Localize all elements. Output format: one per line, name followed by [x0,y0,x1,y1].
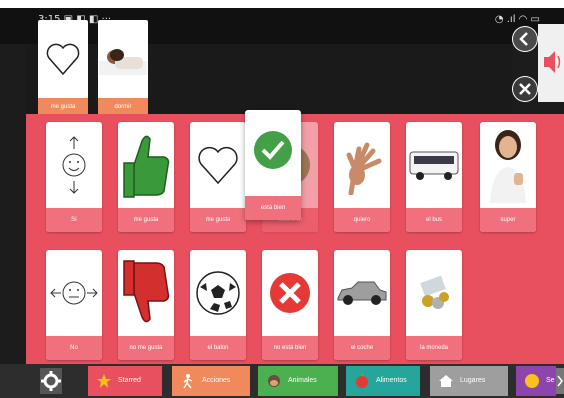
house-icon [439,375,453,387]
tab-acciones[interactable]: Acciones [172,366,250,396]
reaching-hand-icon [334,122,390,208]
card-label: la moneda [406,336,462,360]
thumbs-up-woman-icon [480,122,536,208]
smiley-shake-icon [46,250,102,336]
dragging-card[interactable]: está bien [245,110,301,220]
tab-alimentos[interactable]: Alimentos [346,366,420,396]
sentence-card[interactable]: me gusta [38,20,88,116]
card-label: el bus [406,208,462,232]
thumbs-down-icon [118,250,174,336]
card-label: no me gusta [118,336,174,360]
card-label: no está bien [262,336,318,360]
back-button[interactable] [512,26,538,52]
smiley-icon [525,374,539,388]
chevron-right-icon [557,375,563,387]
speak-button[interactable] [538,24,564,102]
card-label: me gusta [190,208,246,232]
symbol-card[interactable]: no está bien [262,250,318,360]
symbol-card[interactable]: el bus [406,122,462,232]
settings-button[interactable] [40,368,62,394]
symbol-card[interactable]: la moneda [406,250,462,360]
symbol-card[interactable]: No [46,250,102,360]
sleeping-person-icon [98,20,148,98]
tabs-scroll-right[interactable] [556,368,564,394]
card-label: el coche [334,336,390,360]
symbol-card[interactable]: me gusta [118,122,174,232]
card-label: No [46,336,102,360]
clear-button[interactable] [512,76,538,102]
action-figure-icon [183,374,193,389]
card-label: Sí [46,208,102,232]
heart-outline-icon [38,20,88,98]
status-icons: ◔ .ıl ◠ ▭ [494,14,540,25]
symbol-card[interactable]: Sí [46,122,102,232]
tab-lugares[interactable]: Lugares [430,366,508,396]
symbol-card[interactable]: quiero [334,122,390,232]
heart-outline-icon [190,122,246,208]
tab-starred[interactable]: Starred [88,366,162,396]
sentence-card[interactable]: dormir [98,20,148,116]
symbol-card[interactable]: el coche [334,250,390,360]
card-label: el balon [190,336,246,360]
tab-se[interactable]: Se [516,366,556,396]
symbol-card[interactable]: no me gusta [118,250,174,360]
soccer-ball-icon [190,250,246,336]
monkey-icon [268,375,280,387]
card-label: quiero [334,208,390,232]
card-label: está bien [245,196,301,220]
bus-icon [406,122,462,208]
app-screen: 3:15 ▣ ◧ ◧ ··· ◔ .ıl ◠ ▭ me gusta dormir [0,8,564,398]
tab-animales[interactable]: Animales [258,366,338,396]
speaker-icon [544,51,561,73]
close-icon [513,77,537,101]
symbol-card[interactable]: super [480,122,536,232]
car-icon [334,250,390,336]
thumbs-up-icon [118,122,174,208]
check-icon [245,110,301,190]
card-label: super [480,208,536,232]
star-icon [97,374,111,388]
apple-icon [356,373,368,388]
x-circle-icon [262,250,318,336]
gear-icon [41,371,61,391]
coins-icon [406,250,462,336]
card-label: me gusta [118,208,174,232]
symbol-card[interactable]: el balon [190,250,246,360]
smiley-nod-icon [46,122,102,208]
symbol-card[interactable]: me gusta [190,122,246,232]
